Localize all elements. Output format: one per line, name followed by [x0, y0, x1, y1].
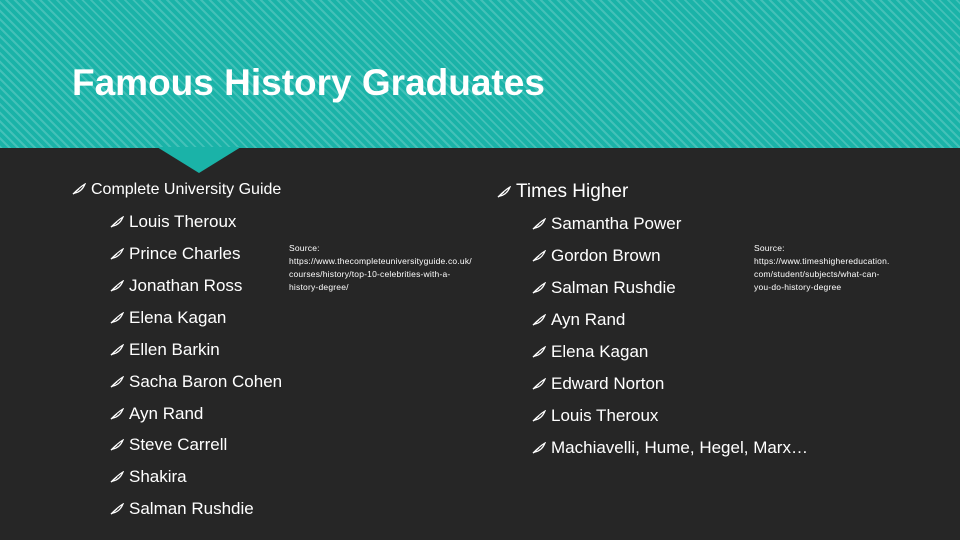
list-item-text: Louis Theroux: [551, 406, 659, 425]
list-item-text: Edward Norton: [551, 374, 665, 393]
feather-icon: [110, 344, 124, 356]
feather-icon: [497, 186, 511, 198]
list-item-text: Ayn Rand: [551, 310, 626, 329]
feather-icon: [532, 282, 546, 294]
source-line: courses/history/top-10-celebrities-with-…: [289, 269, 451, 279]
left-heading: Complete University Guide: [72, 182, 281, 198]
right-heading: Times Higher: [497, 182, 628, 201]
list-item: Louis Theroux: [110, 213, 236, 230]
list-item: Gordon Brown: [532, 247, 661, 264]
left-heading-text: Complete University Guide: [91, 181, 282, 198]
list-item-text: Prince Charles: [129, 244, 241, 263]
list-item: Jonathan Ross: [110, 277, 242, 294]
left-source-note: Source: https://www.thecompleteuniversit…: [289, 242, 472, 294]
feather-icon: [110, 280, 124, 292]
list-item: Ayn Rand: [532, 311, 625, 328]
source-line: https://www.thecompleteuniversityguide.c…: [289, 256, 472, 266]
list-item-text: Jonathan Ross: [129, 276, 243, 295]
feather-icon: [110, 471, 124, 483]
feather-icon: [532, 378, 546, 390]
list-item-text: Louis Theroux: [129, 212, 237, 231]
list-item: Louis Theroux: [532, 407, 658, 424]
feather-icon: [532, 250, 546, 262]
source-line: Source:: [754, 243, 785, 253]
source-line: https://www.timeshighereducation.: [754, 256, 890, 266]
feather-icon: [110, 408, 124, 420]
source-line: history-degree/: [289, 282, 349, 292]
list-item-text: Salman Rushdie: [551, 278, 676, 297]
list-item-text: Sacha Baron Cohen: [129, 372, 283, 391]
source-line: Source:: [289, 243, 320, 253]
list-item-text: Salman Rushdie: [129, 499, 254, 518]
feather-icon: [110, 312, 124, 324]
source-line: com/student/subjects/what-can-: [754, 269, 880, 279]
feather-icon: [532, 346, 546, 358]
list-item: Samantha Power: [532, 215, 681, 232]
list-item: Steve Carrell: [110, 436, 227, 453]
list-item: Salman Rushdie: [110, 500, 254, 517]
list-item: Machiavelli, Hume, Hegel, Marx…: [532, 439, 808, 456]
list-item-text: Elena Kagan: [551, 342, 649, 361]
feather-icon: [532, 218, 546, 230]
list-item-text: Steve Carrell: [129, 435, 228, 454]
feather-icon: [532, 442, 546, 454]
feather-icon: [532, 314, 546, 326]
list-item: Prince Charles: [110, 245, 241, 262]
list-item: Shakira: [110, 468, 187, 485]
feather-icon: [110, 503, 124, 515]
list-item: Ellen Barkin: [110, 341, 220, 358]
list-item: Edward Norton: [532, 375, 664, 392]
list-item-text: Ayn Rand: [129, 404, 204, 423]
feather-icon: [532, 410, 546, 422]
list-item: Elena Kagan: [110, 309, 226, 326]
list-item: Ayn Rand: [110, 405, 203, 422]
list-item-text: Shakira: [129, 467, 187, 486]
slide-title: Famous History Graduates: [72, 62, 545, 103]
banner-notch: [157, 147, 241, 173]
feather-icon: [72, 183, 86, 195]
list-item-text: Gordon Brown: [551, 246, 661, 265]
list-item: Sacha Baron Cohen: [110, 373, 282, 390]
feather-icon: [110, 216, 124, 228]
feather-icon: [110, 439, 124, 451]
right-heading-text: Times Higher: [516, 181, 629, 202]
list-item-text: Elena Kagan: [129, 308, 227, 327]
right-source-note: Source: https://www.timeshighereducation…: [754, 242, 890, 294]
list-item: Elena Kagan: [532, 343, 648, 360]
list-item: Salman Rushdie: [532, 279, 676, 296]
list-item-text: Ellen Barkin: [129, 340, 220, 359]
list-item-text: Samantha Power: [551, 214, 682, 233]
feather-icon: [110, 376, 124, 388]
feather-icon: [110, 248, 124, 260]
list-item-text: Machiavelli, Hume, Hegel, Marx…: [551, 438, 808, 457]
source-line: you-do-history-degree: [754, 282, 842, 292]
